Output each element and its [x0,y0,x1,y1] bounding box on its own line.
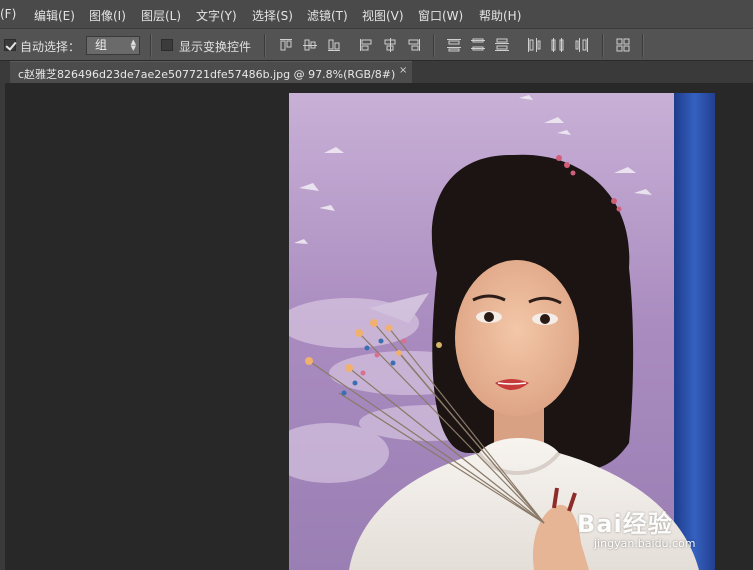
menu-file[interactable]: (F) [0,7,16,21]
document-tab[interactable]: c赵雅芝826496d23de7ae2e507721dfe57486b.jpg … [10,61,412,83]
show-transform-checkbox[interactable] [161,39,173,51]
distribute-top-icon[interactable] [446,37,462,53]
curtain [674,93,715,570]
divider [150,34,152,57]
auto-select-label: 自动选择： [20,40,81,54]
align-horizontal-center-icon[interactable] [382,37,398,53]
menu-view[interactable]: 视图(V) [362,7,404,24]
distribute-vertical-center-icon[interactable] [470,37,486,53]
menu-image[interactable]: 图像(I) [89,7,126,24]
divider [602,34,604,57]
document-photo[interactable] [289,93,715,570]
menu-bar: (F) 编辑(E) 图像(I) 图层(L) 文字(Y) 选择(S) 滤镜(T) … [0,0,753,28]
align-right-icon[interactable] [406,37,422,53]
show-transform-label: 显示变换控件 [179,40,252,54]
divider [433,34,435,57]
distribute-bottom-icon[interactable] [494,37,510,53]
baidu-watermark-url: jingyan.baidu.com [594,537,696,550]
close-icon[interactable]: × [399,65,407,76]
auto-select-value: 组 [95,38,108,52]
menu-edit[interactable]: 编辑(E) [34,7,75,24]
face [455,260,579,416]
options-bar: 自动选择： 组 ▲ ▼ 显示变换控件 [0,28,753,61]
divider [264,34,266,57]
dropdown-arrows-icon: ▲ ▼ [130,38,136,52]
distribute-right-icon[interactable] [574,37,590,53]
align-bottom-icon[interactable] [326,37,342,53]
auto-select-dropdown[interactable]: 组 ▲ ▼ [86,36,140,55]
auto-select-checkbox[interactable] [4,39,16,51]
document-tab-title: c赵雅芝826496d23de7ae2e507721dfe57486b.jpg … [18,68,396,81]
align-vertical-center-icon[interactable] [302,37,318,53]
canvas-workspace[interactable] [5,83,753,570]
menu-window[interactable]: 窗口(W) [418,7,463,24]
document-tab-bar: c赵雅芝826496d23de7ae2e507721dfe57486b.jpg … [5,61,753,83]
menu-filter[interactable]: 滤镜(T) [307,7,348,24]
menu-type[interactable]: 文字(Y) [196,7,237,24]
baidu-watermark-logo: Bai经验 [577,510,673,538]
distribute-left-icon[interactable] [526,37,542,53]
auto-align-layers-icon[interactable] [615,37,631,53]
align-left-icon[interactable] [358,37,374,53]
menu-help[interactable]: 帮助(H) [479,7,521,24]
distribute-horizontal-center-icon[interactable] [550,37,566,53]
divider [642,34,644,57]
align-top-icon[interactable] [278,37,294,53]
menu-select[interactable]: 选择(S) [252,7,293,24]
menu-layer[interactable]: 图层(L) [141,7,181,24]
